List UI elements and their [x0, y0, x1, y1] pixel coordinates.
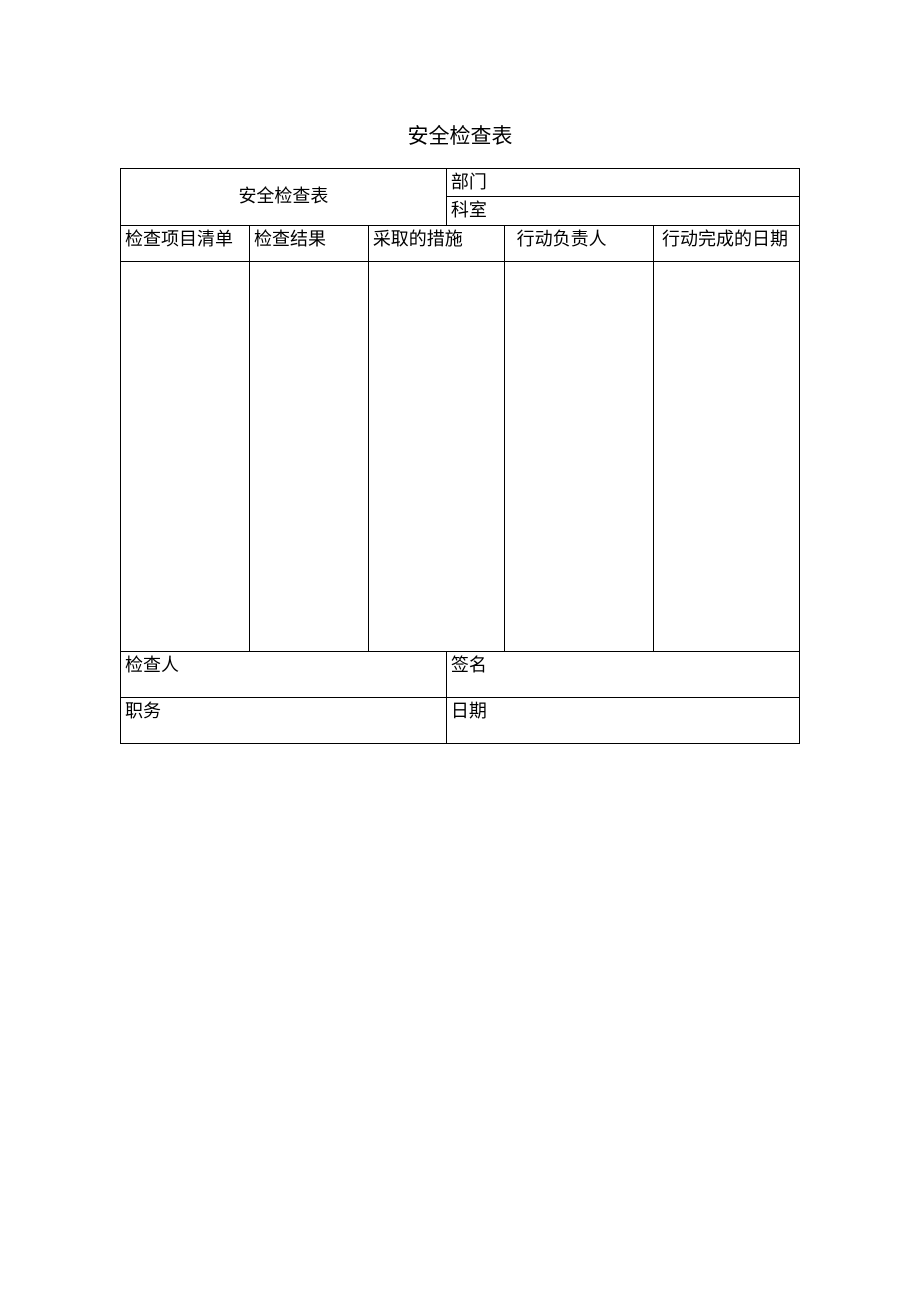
dept-label: 部门 [446, 169, 799, 197]
cell-owner [504, 261, 653, 651]
col-header-owner: 行动负责人 [504, 225, 653, 261]
safety-checklist-table: 安全检查表 部门 科室 检查项目清单 检查结果 采取的措施 行动负责人 行动完成… [120, 168, 800, 744]
col-header-result: 检查结果 [250, 225, 369, 261]
signature-label: 签名 [446, 651, 799, 697]
page: 安全检查表 安全检查表 部门 科室 检查项目清单 检查结果 采取的措施 行动负责… [0, 0, 920, 744]
col-header-date: 行动完成的日期 [653, 225, 799, 261]
section-label: 科室 [446, 197, 799, 225]
cell-date [653, 261, 799, 651]
col-header-measures: 采取的措施 [368, 225, 504, 261]
cell-result [250, 261, 369, 651]
cell-measures [368, 261, 504, 651]
date-label: 日期 [446, 697, 799, 743]
form-name-cell: 安全检查表 [121, 169, 447, 226]
cell-items [121, 261, 250, 651]
position-label: 职务 [121, 697, 447, 743]
page-title: 安全检查表 [120, 120, 800, 150]
col-header-items: 检查项目清单 [121, 225, 250, 261]
inspector-label: 检查人 [121, 651, 447, 697]
